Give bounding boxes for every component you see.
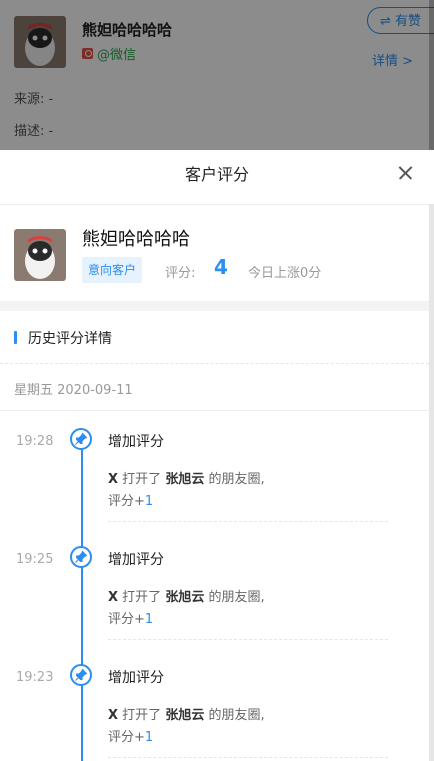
entry-time: 19:25 <box>16 552 54 567</box>
modal-title: 客户评分 <box>184 165 249 184</box>
entry-score-delta: 1 <box>144 730 154 745</box>
today-change: 今日上涨0分 <box>248 266 322 281</box>
entry-divider <box>108 639 388 640</box>
entry-title: 增加评分 <box>108 552 164 568</box>
entry-time: 19:23 <box>16 670 54 685</box>
entry-target: 张旭云 <box>165 708 205 723</box>
entry-score-delta: 1 <box>144 494 154 509</box>
entry-actor: X <box>108 472 119 487</box>
score-label: 评分: <box>165 266 196 281</box>
entry-divider <box>108 757 388 758</box>
customer-avatar <box>14 229 66 281</box>
entry-time: 19:28 <box>16 434 54 449</box>
entry-actor: X <box>108 590 119 605</box>
timeline-entry: 19:23 增加评分 X 打开了 张旭云 的朋友圈, 评分+1 <box>0 648 434 761</box>
entry-score-change: 评分+1 <box>108 490 153 509</box>
entry-suffix: 的朋友圈, <box>208 472 265 487</box>
entry-target: 张旭云 <box>165 472 205 487</box>
entry-description: X 打开了 张旭云 的朋友圈, <box>108 704 265 723</box>
customer-info: 熊妲哈哈哈哈 意向客户 评分: 4 今日上涨0分 <box>0 205 434 301</box>
score-timeline: 19:28 增加评分 X 打开了 张旭云 的朋友圈, 评分+1 19:25 增加… <box>0 412 434 761</box>
modal-overlay[interactable] <box>0 0 434 150</box>
entry-score-label: 评分+ <box>108 494 145 509</box>
close-icon[interactable] <box>394 161 418 185</box>
modal-header: 客户评分 <box>0 150 434 205</box>
entry-action: 打开了 <box>122 590 162 605</box>
entry-description: X 打开了 张旭云 的朋友圈, <box>108 468 265 487</box>
modal-scrollbar[interactable] <box>429 204 434 761</box>
entry-score-change: 评分+1 <box>108 608 153 627</box>
entry-divider <box>108 521 388 522</box>
pin-icon <box>70 546 92 568</box>
customer-name: 熊妲哈哈哈哈 <box>82 229 190 250</box>
score-value: 4 <box>214 255 228 279</box>
entry-score-change: 评分+1 <box>108 726 153 745</box>
entry-score-delta: 1 <box>144 612 154 627</box>
entry-suffix: 的朋友圈, <box>208 590 265 605</box>
pin-icon <box>70 664 92 686</box>
entry-target: 张旭云 <box>165 590 205 605</box>
timeline-entry: 19:28 增加评分 X 打开了 张旭云 的朋友圈, 评分+1 <box>0 412 434 530</box>
entry-title: 增加评分 <box>108 434 164 450</box>
history-date: 星期五 2020-09-11 <box>14 383 133 398</box>
history-section-title: 历史评分详情 <box>28 331 112 347</box>
pin-icon <box>70 428 92 450</box>
background-scrollbar[interactable] <box>429 0 434 150</box>
date-row: 星期五 2020-09-11 <box>0 364 434 411</box>
entry-description: X 打开了 张旭云 的朋友圈, <box>108 586 265 605</box>
entry-title: 增加评分 <box>108 670 164 686</box>
entry-suffix: 的朋友圈, <box>208 708 265 723</box>
entry-actor: X <box>108 708 119 723</box>
entry-action: 打开了 <box>122 708 162 723</box>
entry-score-label: 评分+ <box>108 730 145 745</box>
customer-tag: 意向客户 <box>82 257 143 283</box>
section-gap <box>0 301 434 311</box>
customer-score-modal: 客户评分 熊妲哈哈哈哈 意向客户 评分: 4 今日上涨0分 历史评分详情 星期五… <box>0 150 434 761</box>
entry-action: 打开了 <box>122 472 162 487</box>
timeline-entry: 19:25 增加评分 X 打开了 张旭云 的朋友圈, 评分+1 <box>0 530 434 648</box>
history-section-header: 历史评分详情 <box>0 311 434 364</box>
entry-score-label: 评分+ <box>108 612 145 627</box>
section-accent-bar <box>14 331 17 344</box>
